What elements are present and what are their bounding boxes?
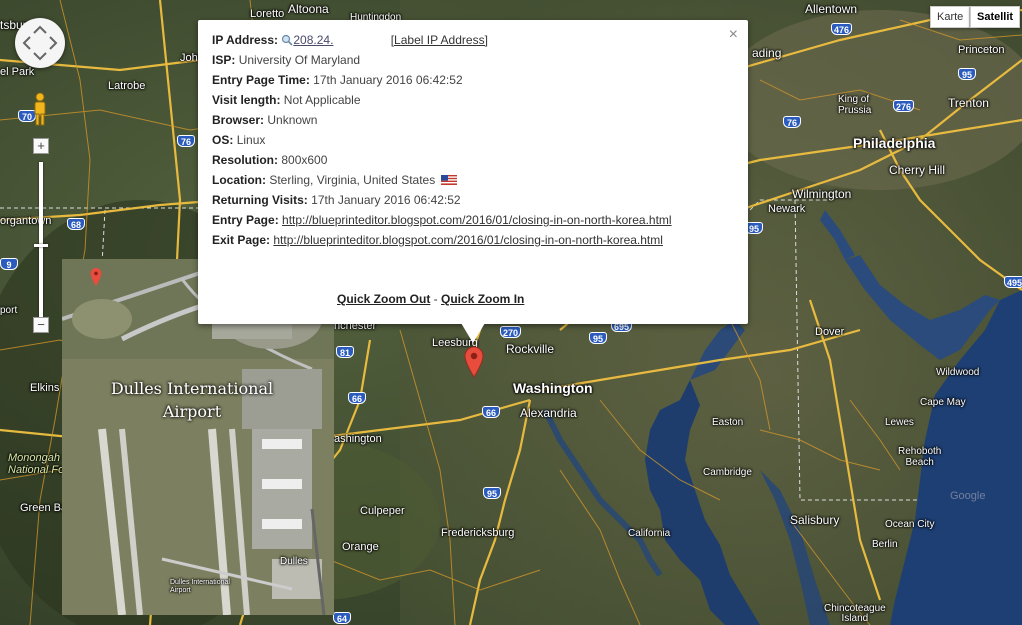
isp-row: ISP: University Of Maryland xyxy=(212,53,361,67)
zoom-in-button[interactable]: + xyxy=(33,138,49,154)
label-wilmington: Wilmington xyxy=(792,187,852,201)
browser-row: Browser: Unknown xyxy=(212,113,318,127)
shield-i270: 270 xyxy=(500,326,522,338)
us-flag-icon xyxy=(440,175,457,185)
label-fredericksburg: Fredericksburg xyxy=(441,527,515,539)
label-dover: Dover xyxy=(815,326,845,338)
shield-i95c: 95 xyxy=(483,487,501,499)
label-elkins: Elkins xyxy=(30,382,60,394)
label-trenton: Trenton xyxy=(948,96,989,110)
entry-time-row: Entry Page Time: 17th January 2016 06:42… xyxy=(212,73,463,87)
shield-i95a: 95 xyxy=(958,68,976,80)
label-orange: Orange xyxy=(342,541,379,553)
label-ocean-city: Ocean City xyxy=(885,519,935,530)
label-monongahela: Monongah National Fo xyxy=(8,452,65,476)
zoom-out-button[interactable]: − xyxy=(33,317,49,333)
inset-pin-icon xyxy=(90,268,102,286)
inset-terminal-label: Dulles xyxy=(280,556,308,567)
entry-page-link[interactable]: http://blueprinteditor.blogspot.com/2016… xyxy=(282,213,672,227)
zoom-slider-track[interactable] xyxy=(39,162,43,320)
label-washington: Washington xyxy=(513,380,593,396)
shield-i64: 64 xyxy=(333,612,351,624)
shield-i95b: 95 xyxy=(589,332,607,344)
search-icon[interactable] xyxy=(281,34,293,46)
label-california: California xyxy=(628,528,671,539)
quick-zoom-links: Quick Zoom Out - Quick Zoom In xyxy=(337,292,524,306)
label-salisbury: Salisbury xyxy=(790,513,840,527)
shield-i495: 495 xyxy=(1004,276,1022,288)
label-lewes: Lewes xyxy=(885,417,914,428)
map-type-satellite-button[interactable]: Satellit xyxy=(970,6,1021,28)
label-latrobe: Latrobe xyxy=(108,80,146,92)
visit-length-row: Visit length: Not Applicable xyxy=(212,93,361,107)
label-culpeper: Culpeper xyxy=(360,505,405,517)
label-wildwood: Wildwood xyxy=(936,367,980,378)
label-chincoteague: Chincoteague Island xyxy=(824,603,886,624)
shield-i76b: 76 xyxy=(177,135,195,147)
label-port: port xyxy=(0,305,18,316)
label-allentown: Allentown xyxy=(805,2,858,16)
label-loretto: Loretto xyxy=(250,8,285,20)
label-morgantown: organtown xyxy=(0,215,52,227)
returning-visits-row: Returning Visits: 17th January 2016 06:4… xyxy=(212,193,461,207)
label-cape-may: Cape May xyxy=(920,397,966,408)
exit-page-link[interactable]: http://blueprinteditor.blogspot.com/2016… xyxy=(273,233,663,247)
location-pin-icon[interactable] xyxy=(464,346,484,378)
pegman-icon[interactable] xyxy=(31,92,49,126)
pan-control[interactable] xyxy=(15,18,65,68)
label-easton: Easton xyxy=(712,417,744,428)
label-newark: Newark xyxy=(768,203,806,215)
label-berlin: Berlin xyxy=(872,539,898,550)
shield-i66: 66 xyxy=(348,392,366,404)
shield-i66b: 66 xyxy=(482,406,500,418)
label-king-of-prussia: King of Prussia xyxy=(838,94,872,116)
ip-address-value[interactable]: 208.24. xyxy=(293,32,383,48)
entry-page-row: Entry Page: http://blueprinteditor.blogs… xyxy=(212,213,672,227)
label-princeton: Princeton xyxy=(958,44,1005,56)
info-window: × IP Address: 208.24. [Label IP Address]… xyxy=(198,20,748,324)
label-rehoboth: Rehoboth Beach xyxy=(898,446,942,468)
label-washington-va: ashington xyxy=(334,433,382,445)
info-window-tail xyxy=(461,323,485,343)
zoom-separator: - xyxy=(430,292,442,306)
label-reading: ading xyxy=(752,46,782,60)
label-rockville: Rockville xyxy=(506,342,555,356)
shield-i476: 476 xyxy=(831,23,853,35)
label-ip-address-link[interactable]: [Label IP Address] xyxy=(391,33,488,47)
quick-zoom-out-link[interactable]: Quick Zoom Out xyxy=(337,292,430,306)
quick-zoom-in-link[interactable]: Quick Zoom In xyxy=(441,292,524,306)
shield-i76a: 76 xyxy=(783,116,801,128)
inset-title: Dulles International Airport xyxy=(110,379,274,421)
shield-i68: 68 xyxy=(67,218,85,230)
label-cherry-hill: Cherry Hill xyxy=(889,163,946,177)
label-google: Google xyxy=(950,490,986,502)
label-alexandria: Alexandria xyxy=(520,406,577,420)
label-philadelphia: Philadelphia xyxy=(853,135,936,151)
label-altoona: Altoona xyxy=(288,2,329,16)
shield-i276: 276 xyxy=(893,100,915,112)
resolution-row: Resolution: 800x600 xyxy=(212,153,328,167)
location-row: Location: Sterling, Virginia, United Sta… xyxy=(212,172,672,192)
inset-airport-small: Dulles International Airport xyxy=(170,579,230,594)
shield-i9: 9 xyxy=(0,258,18,270)
ip-address-row: IP Address: 208.24. [Label IP Address] xyxy=(212,32,488,48)
zoom-slider-handle[interactable] xyxy=(34,244,48,247)
close-icon[interactable]: × xyxy=(729,26,738,44)
os-row: OS: Linux xyxy=(212,133,266,147)
map-type-map-button[interactable]: Karte xyxy=(930,6,971,28)
exit-page-row: Exit Page: http://blueprinteditor.blogsp… xyxy=(212,233,663,247)
label-cambridge: Cambridge xyxy=(703,467,752,478)
shield-i81: 81 xyxy=(336,346,354,358)
